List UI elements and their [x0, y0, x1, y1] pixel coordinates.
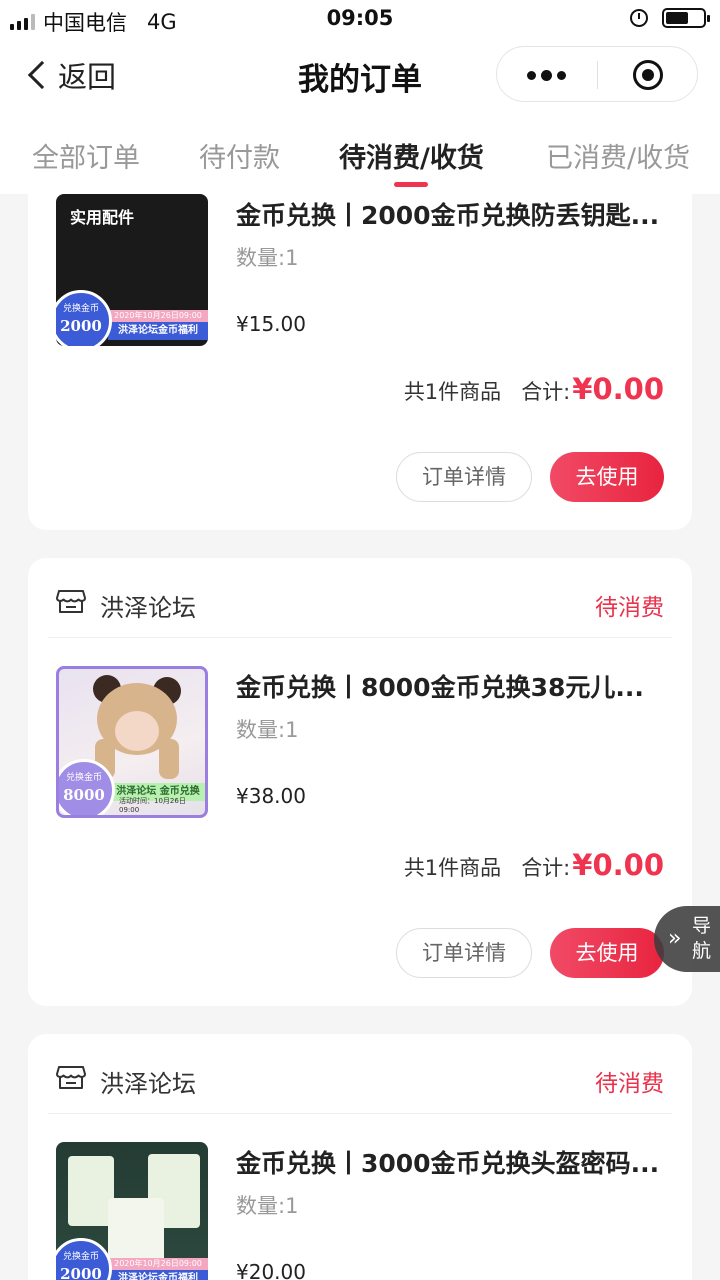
float-nav-label: 导航 [692, 915, 712, 962]
nav-bar: 返回 我的订单 [0, 40, 720, 108]
product-title[interactable]: 金币兑换丨3000金币兑换头盔密码... [236, 1144, 666, 1180]
coin-badge: 兑换金币 2000 [56, 290, 112, 346]
status-right [630, 8, 710, 28]
order-tabs: 全部订单 待付款 待消费/收货 已消费/收货 [0, 108, 720, 194]
floating-nav-button[interactable]: » 导航 [654, 906, 720, 972]
item-count: 共1件商品 [403, 856, 502, 880]
total-amount: ¥0.00 [572, 848, 664, 882]
order-summary: 共1件商品 合计: ¥0.00 [404, 848, 664, 882]
shop-row[interactable]: 洪泽论坛 待消费 [28, 558, 692, 638]
use-button[interactable]: 去使用 [550, 452, 664, 502]
order-card: 洪泽论坛 待消费 2020年10月26日09:00 洪泽论坛金币福利 兑换金币 … [28, 1034, 692, 1280]
mini-program-capsule [496, 46, 698, 102]
capsule-divider [597, 61, 598, 89]
image-ribbon: 洪泽论坛金币福利 [108, 1270, 208, 1280]
coin-badge-label: 兑换金币 [65, 773, 102, 783]
tab-pending-consume[interactable]: 待消费/收货 [339, 136, 484, 175]
order-status: 待消费 [595, 595, 664, 621]
image-date: 2020年10月26日09:00 [108, 1258, 208, 1270]
coin-badge: 兑换金币 2000 [56, 1238, 112, 1280]
image-date: 活动时间：10月26日09:00 [119, 797, 186, 814]
order-card: 洪泽论坛 待消费 洪泽论坛 金币兑换 活动时间：10月26日09:00 兑换金币… [28, 558, 692, 1006]
coin-badge-label: 兑换金币 [62, 1252, 99, 1262]
product-image[interactable]: 2020年10月26日09:00 洪泽论坛金币福利 兑换金币 2000 [56, 1142, 208, 1280]
divider [48, 1113, 672, 1114]
tab-pending-payment[interactable]: 待付款 [199, 136, 280, 175]
store-icon [56, 1066, 86, 1089]
order-status: 待消费 [595, 1071, 664, 1097]
clock: 09:05 [326, 6, 394, 30]
coin-badge-value: 2000 [60, 1265, 102, 1280]
product-quantity: 数量:1 [236, 718, 299, 742]
product-price: ¥20.00 [236, 1260, 306, 1280]
shop-name: 洪泽论坛 [100, 1070, 196, 1098]
image-ribbon: 洪泽论坛金币福利 [108, 322, 208, 340]
order-summary: 共1件商品 合计: ¥0.00 [404, 372, 664, 406]
tab-consumed[interactable]: 已消费/收货 [546, 136, 690, 175]
product-title[interactable]: 金币兑换丨2000金币兑换防丢钥匙... [236, 196, 666, 232]
battery-icon [662, 8, 710, 28]
double-chevron-right-icon: » [668, 926, 682, 951]
tab-all-orders[interactable]: 全部订单 [32, 136, 140, 175]
active-tab-indicator [394, 182, 428, 187]
order-detail-button[interactable]: 订单详情 [396, 928, 532, 978]
alarm-icon [630, 9, 648, 27]
product-quantity: 数量:1 [236, 246, 299, 270]
coin-badge-label: 兑换金币 [62, 304, 99, 314]
product-image[interactable]: 洪泽论坛 金币兑换 活动时间：10月26日09:00 兑换金币 8000 [56, 666, 208, 818]
use-button[interactable]: 去使用 [550, 928, 664, 978]
total-label: 合计: [521, 380, 571, 404]
shop-row[interactable]: 洪泽论坛 待消费 [28, 1034, 692, 1114]
total-amount: ¥0.00 [572, 372, 664, 406]
order-detail-button[interactable]: 订单详情 [396, 452, 532, 502]
status-bar: 中国电信 4G 09:05 [0, 0, 720, 40]
image-caption: 实用配件 [70, 208, 135, 227]
shop-name: 洪泽论坛 [100, 594, 196, 622]
order-list[interactable]: 实用配件 2020年10月26日09:00 洪泽论坛金币福利 兑换金币 2000… [0, 194, 720, 1280]
total-label: 合计: [521, 856, 571, 880]
order-card: 实用配件 2020年10月26日09:00 洪泽论坛金币福利 兑换金币 2000… [28, 194, 692, 530]
product-quantity: 数量:1 [236, 1194, 299, 1218]
close-target-icon[interactable] [633, 60, 663, 90]
product-title[interactable]: 金币兑换丨8000金币兑换38元儿... [236, 668, 666, 704]
product-price: ¥15.00 [236, 312, 306, 336]
item-count: 共1件商品 [403, 380, 502, 404]
store-icon [56, 590, 86, 613]
product-image[interactable]: 实用配件 2020年10月26日09:00 洪泽论坛金币福利 兑换金币 2000 [56, 194, 208, 346]
coin-badge: 兑换金币 8000 [59, 759, 115, 815]
coin-badge-value: 8000 [63, 786, 105, 804]
coin-badge-value: 2000 [60, 317, 102, 335]
product-price: ¥38.00 [236, 784, 306, 808]
image-date: 2020年10月26日09:00 [108, 310, 208, 322]
more-icon[interactable] [527, 60, 567, 90]
divider [48, 637, 672, 638]
